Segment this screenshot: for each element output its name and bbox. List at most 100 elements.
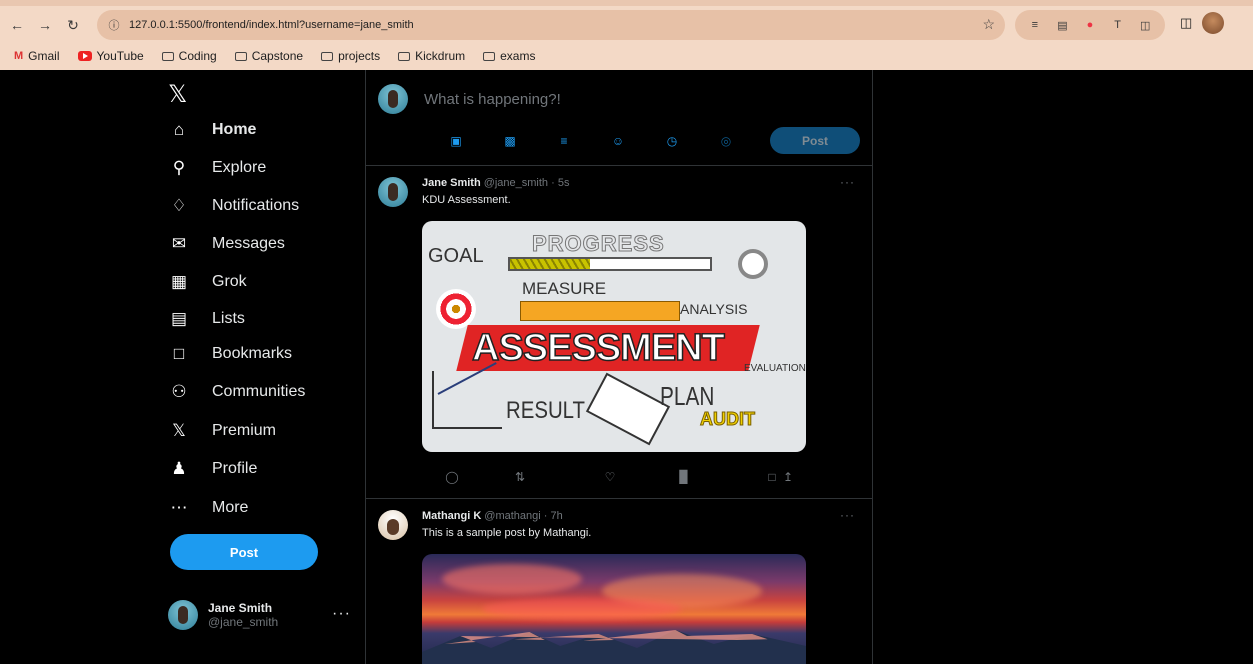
image-word: RESULT bbox=[506, 397, 585, 424]
image-word: MEASURE bbox=[522, 279, 607, 298]
post[interactable]: Jane Smith @jane_smith · 5s KDU Assessmen… bbox=[366, 167, 872, 499]
post-meta: @jane_smith · 5s bbox=[483, 177, 570, 189]
search-icon: ⚲ bbox=[172, 158, 186, 177]
compose-box: ▣ ▩ ≡ ☺ ◷ ◎ Post bbox=[366, 70, 872, 166]
target-icon bbox=[436, 289, 476, 329]
nav-notifications[interactable]: ♢ Notifications bbox=[168, 192, 299, 220]
bookmark-kickdrum[interactable]: Kickdrum bbox=[398, 49, 465, 63]
image-word: GOAL bbox=[428, 245, 484, 267]
back-icon[interactable]: ← bbox=[6, 14, 28, 36]
nav-label: Profile bbox=[212, 460, 258, 477]
post-author[interactable]: Mathangi K bbox=[422, 510, 481, 522]
list-icon: ▤ bbox=[170, 309, 188, 328]
emoji-icon[interactable]: ☺ bbox=[610, 133, 626, 149]
image-word: AUDIT bbox=[700, 409, 756, 430]
nav-explore[interactable]: ⚲ Explore bbox=[168, 154, 266, 182]
bookmark-youtube[interactable]: YouTube bbox=[77, 49, 144, 63]
nav-label: Bookmarks bbox=[212, 345, 293, 362]
bookmarks-bar: M Gmail YouTube Coding Capstone projects … bbox=[0, 44, 1253, 68]
avatar bbox=[378, 84, 408, 114]
x-logo-icon[interactable]: 𝕏 bbox=[168, 80, 187, 108]
schedule-icon[interactable]: ◷ bbox=[664, 133, 680, 149]
poll-icon[interactable]: ≡ bbox=[556, 133, 572, 149]
bookmark-icon: □ bbox=[173, 344, 185, 363]
extension-icon[interactable]: ● bbox=[1082, 19, 1098, 31]
repost-icon[interactable]: ⇅ bbox=[512, 469, 528, 485]
compose-post-button[interactable]: Post bbox=[770, 127, 860, 154]
ruler-graphic bbox=[520, 301, 680, 321]
image-word: PLAN bbox=[660, 381, 715, 411]
puzzle-icon[interactable]: ◫ bbox=[1137, 19, 1153, 32]
nav-profile[interactable]: ♟ Profile bbox=[168, 455, 257, 483]
compose-toolbar: ▣ ▩ ≡ ☺ ◷ ◎ bbox=[448, 133, 734, 149]
star-icon[interactable]: ☆ bbox=[982, 16, 995, 33]
share-icon[interactable]: ↥ bbox=[780, 469, 796, 485]
post-image[interactable] bbox=[422, 554, 806, 664]
forward-icon[interactable]: → bbox=[34, 14, 56, 36]
views-icon[interactable]: ▉ bbox=[676, 469, 692, 485]
like-icon[interactable]: ♡ bbox=[602, 469, 618, 485]
post-actions: ◯ ⇅ ♡ ▉ □ ↥ bbox=[444, 469, 796, 485]
tab-strip bbox=[0, 0, 1253, 6]
side-panel-icon[interactable]: ◫ bbox=[1180, 15, 1192, 31]
reply-icon[interactable]: ◯ bbox=[444, 469, 460, 485]
post-author[interactable]: Jane Smith bbox=[422, 177, 481, 189]
mail-icon: ✉ bbox=[171, 234, 187, 253]
gif-icon[interactable]: ▩ bbox=[502, 133, 518, 149]
nav-communities[interactable]: ⚇ Communities bbox=[168, 378, 305, 406]
bookmark-projects[interactable]: projects bbox=[321, 49, 380, 63]
bookmark-coding[interactable]: Coding bbox=[161, 49, 217, 63]
extension-icon[interactable]: ≡ bbox=[1027, 19, 1043, 31]
compose-input[interactable] bbox=[424, 88, 844, 110]
bookmark-icon[interactable]: □ bbox=[764, 469, 780, 485]
avatar bbox=[168, 600, 198, 630]
gmail-icon: M bbox=[14, 50, 24, 62]
account-name: Jane Smith bbox=[208, 601, 273, 615]
address-bar[interactable]: ⓘ 127.0.0.1:5500/frontend/index.html?use… bbox=[97, 10, 1005, 40]
nav-label: Communities bbox=[212, 383, 306, 400]
bookmark-capstone[interactable]: Capstone bbox=[234, 49, 303, 63]
bookmark-exams[interactable]: exams bbox=[483, 49, 535, 63]
extensions-bar: ≡ ▤ ● T ◫ bbox=[1015, 10, 1165, 40]
post-text: This is a sample post by Mathangi. bbox=[422, 527, 592, 539]
account-switcher[interactable]: Jane Smith @jane_smith ··· bbox=[168, 595, 358, 635]
account-handle: @jane_smith bbox=[208, 615, 279, 629]
nav-more[interactable]: ⋯ More bbox=[168, 494, 249, 522]
bookmark-label: Gmail bbox=[28, 49, 60, 63]
image-icon[interactable]: ▣ bbox=[448, 133, 464, 149]
nav-lists[interactable]: ▤ Lists bbox=[168, 305, 245, 333]
nav-grok[interactable]: ▦ Grok bbox=[168, 268, 247, 296]
image-word: EVALUATION bbox=[744, 363, 806, 374]
nav-premium[interactable]: 𝕏 Premium bbox=[168, 417, 276, 445]
browser-toolbar: ← → ↻ ⓘ 127.0.0.1:5500/frontend/index.ht… bbox=[0, 8, 1253, 42]
bookmark-label: Kickdrum bbox=[415, 49, 466, 63]
nav-home[interactable]: ⌂ Home bbox=[168, 116, 257, 144]
sidebar-post-button[interactable]: Post bbox=[170, 534, 318, 570]
nav-bookmarks[interactable]: □ Bookmarks bbox=[168, 340, 292, 368]
more-icon[interactable]: ··· bbox=[840, 175, 855, 189]
extension-icon[interactable]: T bbox=[1110, 19, 1126, 31]
post[interactable]: Mathangi K @mathangi · 7h This is a sampl… bbox=[366, 500, 872, 664]
more-icon[interactable]: ··· bbox=[332, 605, 351, 623]
reload-icon[interactable]: ↻ bbox=[62, 14, 84, 36]
more-icon[interactable]: ··· bbox=[840, 508, 855, 522]
nav-messages[interactable]: ✉ Messages bbox=[168, 230, 285, 258]
bookmark-gmail[interactable]: M Gmail bbox=[14, 49, 60, 63]
window-actions: ◫ bbox=[1180, 12, 1225, 34]
people-icon: ⚇ bbox=[171, 382, 187, 401]
bell-icon: ♢ bbox=[171, 196, 187, 215]
nav-label: More bbox=[212, 499, 249, 516]
avatar[interactable] bbox=[378, 177, 408, 207]
extension-icon[interactable]: ▤ bbox=[1054, 19, 1070, 32]
person-icon: ♟ bbox=[171, 459, 187, 478]
site-info-icon[interactable]: ⓘ bbox=[105, 16, 123, 34]
magnifier-icon bbox=[738, 249, 768, 279]
mountain-sunset-photo bbox=[422, 554, 806, 664]
post-image[interactable]: GOAL PROGRESS MEASURE ANALYSIS ASSESSMEN… bbox=[422, 221, 806, 452]
browser-profile-avatar[interactable] bbox=[1202, 12, 1225, 34]
post-meta: @mathangi · 7h bbox=[484, 510, 563, 522]
nav-label: Notifications bbox=[212, 197, 300, 214]
location-icon[interactable]: ◎ bbox=[718, 133, 734, 149]
post-text: KDU Assessment. bbox=[422, 194, 511, 206]
avatar[interactable] bbox=[378, 510, 408, 540]
